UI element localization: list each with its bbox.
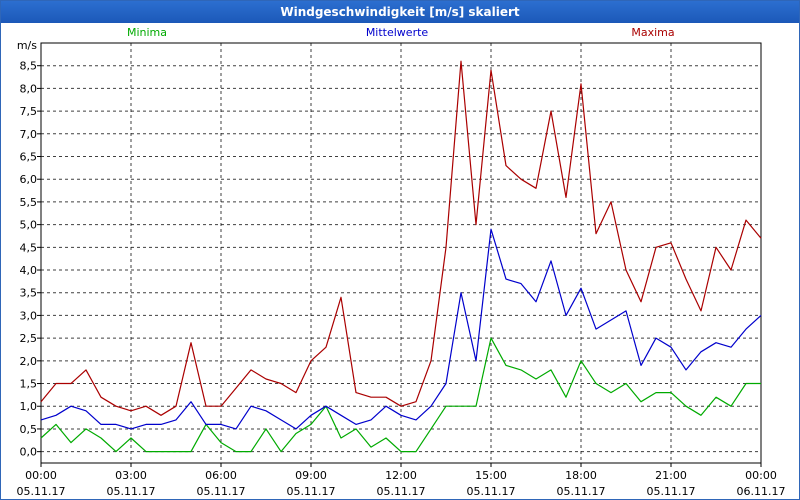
y-tick-label: 6,0: [20, 173, 38, 186]
legend-maxima: Maxima: [631, 26, 674, 39]
y-tick-label: 8,0: [20, 82, 38, 95]
y-axis-label: m/s: [17, 39, 37, 52]
y-tick-label: 1,5: [20, 378, 38, 391]
chart-window: Windgeschwindigkeit [m/s] skaliert 0,0 0,…: [0, 0, 800, 500]
y-tick-label: 0,0: [20, 446, 38, 459]
y-tick-label: 3,5: [20, 287, 38, 300]
legend-mittelwerte: Mittelwerte: [366, 26, 429, 39]
y-tick-label: 7,5: [20, 105, 38, 118]
y-tick-label: 1,0: [20, 400, 38, 413]
x-tick-time-label: 21:00: [655, 469, 687, 482]
y-tick-label: 8,5: [20, 60, 38, 73]
x-tick-time-label: 12:00: [385, 469, 417, 482]
x-tick-date-label: 05.11.17: [557, 485, 606, 498]
x-tick-time-label: 03:00: [115, 469, 147, 482]
y-tick-label: 2,0: [20, 355, 38, 368]
x-tick-date-label: 06.11.17: [737, 485, 786, 498]
x-tick-time-label: 00:00: [25, 469, 57, 482]
y-tick-label: 4,0: [20, 264, 38, 277]
x-tick-date-label: 05.11.17: [647, 485, 696, 498]
x-tick-time-label: 15:00: [475, 469, 507, 482]
y-tick-label: 4,5: [20, 241, 38, 254]
y-tick-label: 5,0: [20, 219, 38, 232]
x-tick-date-label: 05.11.17: [287, 485, 336, 498]
x-tick-date-label: 05.11.17: [107, 485, 156, 498]
x-tick-time-label: 00:00: [745, 469, 777, 482]
x-tick-date-label: 05.11.17: [467, 485, 516, 498]
y-tick-label: 7,0: [20, 128, 38, 141]
y-tick-label: 3,0: [20, 309, 38, 322]
wind-speed-chart: 0,0 0,5 1,0 1,5 2,0 2,5 3,0 3,5 4,0 4,5 5,0 5,5 6,0 6…: [17, 26, 786, 498]
x-tick-time-label: 06:00: [205, 469, 237, 482]
x-tick-time-label: 18:00: [565, 469, 597, 482]
y-tick-label: 6,5: [20, 151, 38, 164]
legend-minima: Minima: [127, 26, 167, 39]
y-tick-label: 2,5: [20, 332, 38, 345]
y-tick-label: 0,5: [20, 423, 38, 436]
x-tick-time-label: 09:00: [295, 469, 327, 482]
x-tick-date-label: 05.11.17: [377, 485, 426, 498]
x-tick-date-label: 05.11.17: [17, 485, 66, 498]
y-tick-label: 5,5: [20, 196, 38, 209]
x-tick-date-label: 05.11.17: [197, 485, 246, 498]
